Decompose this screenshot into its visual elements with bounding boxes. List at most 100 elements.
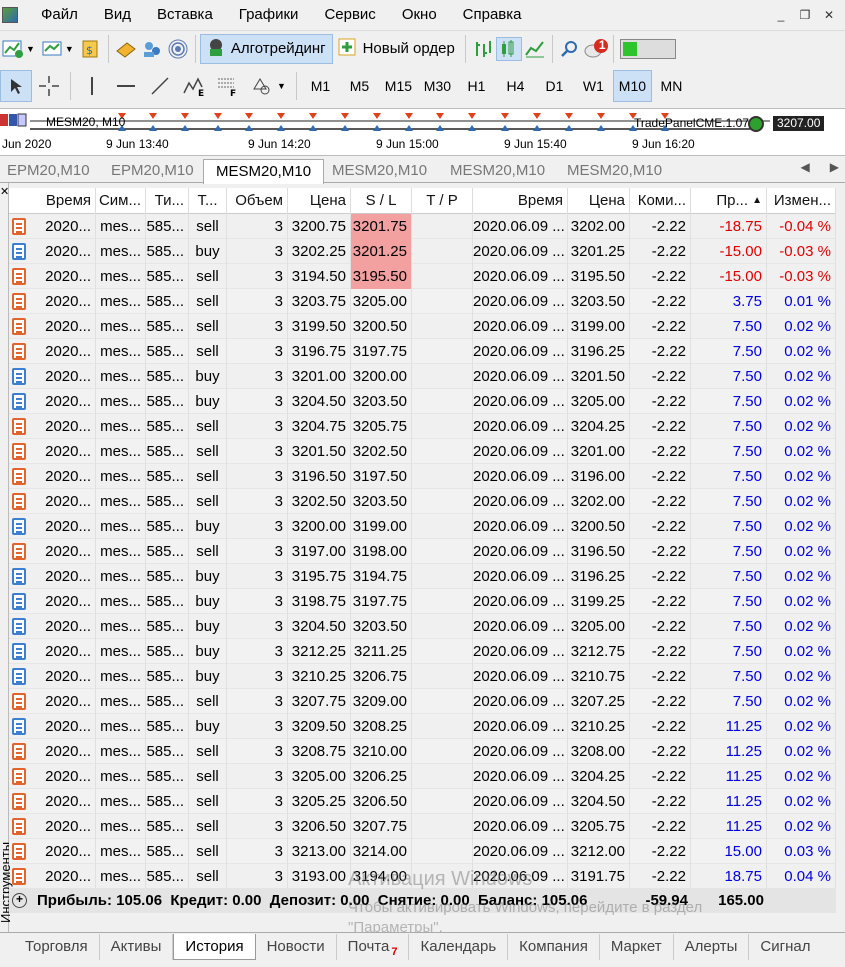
table-row[interactable]: 2020... mes... 585... sell 3 3202.50 3203.50 20…	[9, 489, 836, 514]
chart-tab-active[interactable]: MESM20,M10	[203, 159, 325, 184]
column-header-volume[interactable]: Объем	[227, 188, 288, 214]
menu-help[interactable]: Справка	[450, 0, 535, 30]
table-row[interactable]: 2020... mes... 585... buy 3 3212.25 3211.25 202…	[9, 639, 836, 664]
vertical-line-icon[interactable]	[75, 74, 109, 98]
menu-charts[interactable]: Графики	[226, 0, 312, 30]
chart-tab[interactable]: MESM20,M10	[560, 159, 669, 183]
close-icon[interactable]: ✕	[819, 6, 839, 24]
table-row[interactable]: 2020... mes... 585... buy 3 3204.50 3203.50 202…	[9, 389, 836, 414]
table-row[interactable]: 2020... mes... 585... sell 3 3208.75 3210.00 20…	[9, 739, 836, 764]
column-header-price-close[interactable]: Цена	[568, 188, 630, 214]
connection-status-indicator[interactable]	[619, 38, 676, 59]
table-row[interactable]: 2020... mes... 585... sell 3 3200.75 3201.75 20…	[9, 214, 836, 239]
column-header-type[interactable]: Т...	[189, 188, 227, 214]
timeframe-m15[interactable]: M15	[379, 70, 418, 102]
timeframe-h1[interactable]: H1	[457, 70, 496, 102]
timeframe-m5[interactable]: M5	[340, 70, 379, 102]
timeframe-d1[interactable]: D1	[535, 70, 574, 102]
data-window-icon[interactable]	[113, 37, 139, 61]
table-row[interactable]: 2020... mes... 585... sell 3 3201.50 3202.50 20…	[9, 439, 836, 464]
minimize-icon[interactable]: _	[771, 6, 791, 24]
chart-tab[interactable]: EPM20,M10	[104, 159, 201, 183]
table-row[interactable]: 2020... mes... 585... buy 3 3210.25 3206.75 202…	[9, 664, 836, 689]
tab-assets[interactable]: Активы	[100, 933, 174, 960]
bar-chart-icon[interactable]	[470, 37, 496, 61]
timeframe-m1[interactable]: M1	[301, 70, 340, 102]
chart-strip[interactable]: MESM20, M10 TradePanelCME.1.07 3207.00 J…	[0, 108, 845, 156]
elliott-wave-icon[interactable]: E	[177, 74, 211, 98]
timeframe-m10[interactable]: M10	[612, 70, 652, 102]
tab-calendar[interactable]: Календарь	[409, 933, 509, 960]
timeframe-m30[interactable]: M30	[418, 70, 457, 102]
chart-tab[interactable]: MESM20,M10	[325, 159, 434, 183]
new-chart-icon[interactable]	[0, 37, 26, 61]
table-row[interactable]: 2020... mes... 585... sell 3 3193.00 3194.00 20…	[9, 864, 836, 889]
expand-icon[interactable]: +	[12, 893, 27, 908]
fibonacci-icon[interactable]: F	[211, 74, 245, 98]
horizontal-line-icon[interactable]	[109, 74, 143, 98]
column-header-ticket[interactable]: Ти...	[146, 188, 189, 214]
table-row[interactable]: 2020... mes... 585... buy 3 3200.00 3199.00 202…	[9, 514, 836, 539]
table-row[interactable]: 2020... mes... 585... sell 3 3213.00 3214.00 20…	[9, 839, 836, 864]
table-row[interactable]: 2020... mes... 585... sell 3 3197.00 3198.00 20…	[9, 539, 836, 564]
column-header-time-open[interactable]: Время	[9, 188, 96, 214]
line-chart-icon[interactable]	[522, 37, 548, 61]
table-row[interactable]: 2020... mes... 585... sell 3 3205.25 3206.50 20…	[9, 789, 836, 814]
chevron-down-icon[interactable]: ▼	[65, 44, 74, 54]
table-row[interactable]: 2020... mes... 585... buy 3 3209.50 3208.25 202…	[9, 714, 836, 739]
table-row[interactable]: 2020... mes... 585... sell 3 3206.50 3207.75 20…	[9, 814, 836, 839]
tab-trade[interactable]: Торговля	[14, 933, 100, 960]
column-header-change[interactable]: Измен...	[767, 188, 836, 214]
menu-insert[interactable]: Вставка	[144, 0, 226, 30]
tab-news[interactable]: Новости	[256, 933, 337, 960]
close-icon[interactable]: ✕	[0, 185, 9, 198]
chart-tab[interactable]: EPM20,M10	[0, 159, 97, 183]
shapes-icon[interactable]	[245, 74, 277, 98]
menu-window[interactable]: Окно	[389, 0, 450, 30]
search-icon[interactable]	[557, 37, 583, 61]
trendline-icon[interactable]	[143, 74, 177, 98]
scroll-left-icon[interactable]: ◀	[801, 160, 810, 174]
chevron-down-icon[interactable]: ▼	[26, 44, 35, 54]
menu-file[interactable]: Файл	[28, 0, 91, 30]
cursor-icon[interactable]	[0, 70, 32, 102]
table-row[interactable]: 2020... mes... 585... sell 3 3199.50 3200.50 20…	[9, 314, 836, 339]
tab-alerts[interactable]: Алерты	[674, 933, 750, 960]
chevron-down-icon[interactable]: ▼	[277, 81, 286, 91]
menu-tools[interactable]: Сервис	[311, 0, 388, 30]
notifications-icon[interactable]: 1	[583, 37, 609, 61]
table-row[interactable]: 2020... mes... 585... buy 3 3202.25 3201.25 202…	[9, 239, 836, 264]
tab-market[interactable]: Маркет	[600, 933, 674, 960]
tab-company[interactable]: Компания	[508, 933, 600, 960]
tab-signals[interactable]: Сигнал	[749, 934, 821, 960]
table-row[interactable]: 2020... mes... 585... buy 3 3195.75 3194.75 202…	[9, 564, 836, 589]
timeframe-mn[interactable]: MN	[652, 70, 691, 102]
table-row[interactable]: 2020... mes... 585... buy 3 3204.50 3203.50 202…	[9, 614, 836, 639]
new-order-button[interactable]: Новый ордер	[333, 34, 461, 64]
crosshair-icon[interactable]	[32, 74, 66, 98]
column-header-price-open[interactable]: Цена	[288, 188, 351, 214]
column-header-stop-loss[interactable]: S / L	[351, 188, 412, 214]
tab-history[interactable]: История	[173, 933, 256, 960]
market-watch-icon[interactable]: $	[78, 37, 104, 61]
scroll-right-icon[interactable]: ▶	[830, 160, 839, 174]
column-header-time-close[interactable]: Время	[473, 188, 568, 214]
table-row[interactable]: 2020... mes... 585... buy 3 3198.75 3197.75 202…	[9, 589, 836, 614]
table-row[interactable]: 2020... mes... 585... buy 3 3201.00 3200.00 202…	[9, 364, 836, 389]
table-row[interactable]: 2020... mes... 585... sell 3 3196.75 3197.75 20…	[9, 339, 836, 364]
app-icon[interactable]	[2, 7, 18, 23]
column-header-symbol[interactable]: Сим...	[96, 188, 146, 214]
navigator-icon[interactable]	[139, 37, 165, 61]
candlestick-icon[interactable]	[495, 36, 522, 61]
timeframe-w1[interactable]: W1	[574, 70, 613, 102]
profiles-icon[interactable]	[39, 37, 65, 61]
table-row[interactable]: 2020... mes... 585... sell 3 3203.75 3205.00 20…	[9, 289, 836, 314]
table-row[interactable]: 2020... mes... 585... sell 3 3204.75 3205.75 20…	[9, 414, 836, 439]
table-row[interactable]: 2020... mes... 585... sell 3 3194.50 3195.50 20…	[9, 264, 836, 289]
table-row[interactable]: 2020... mes... 585... sell 3 3205.00 3206.25 20…	[9, 764, 836, 789]
column-header-commission[interactable]: Коми...	[630, 188, 691, 214]
chart-tab[interactable]: MESM20,M10	[443, 159, 552, 183]
table-row[interactable]: 2020... mes... 585... sell 3 3207.75 3209.00 20…	[9, 689, 836, 714]
restore-icon[interactable]: ❐	[795, 6, 815, 24]
algo-trading-button[interactable]: Алготрейдинг	[199, 33, 333, 64]
